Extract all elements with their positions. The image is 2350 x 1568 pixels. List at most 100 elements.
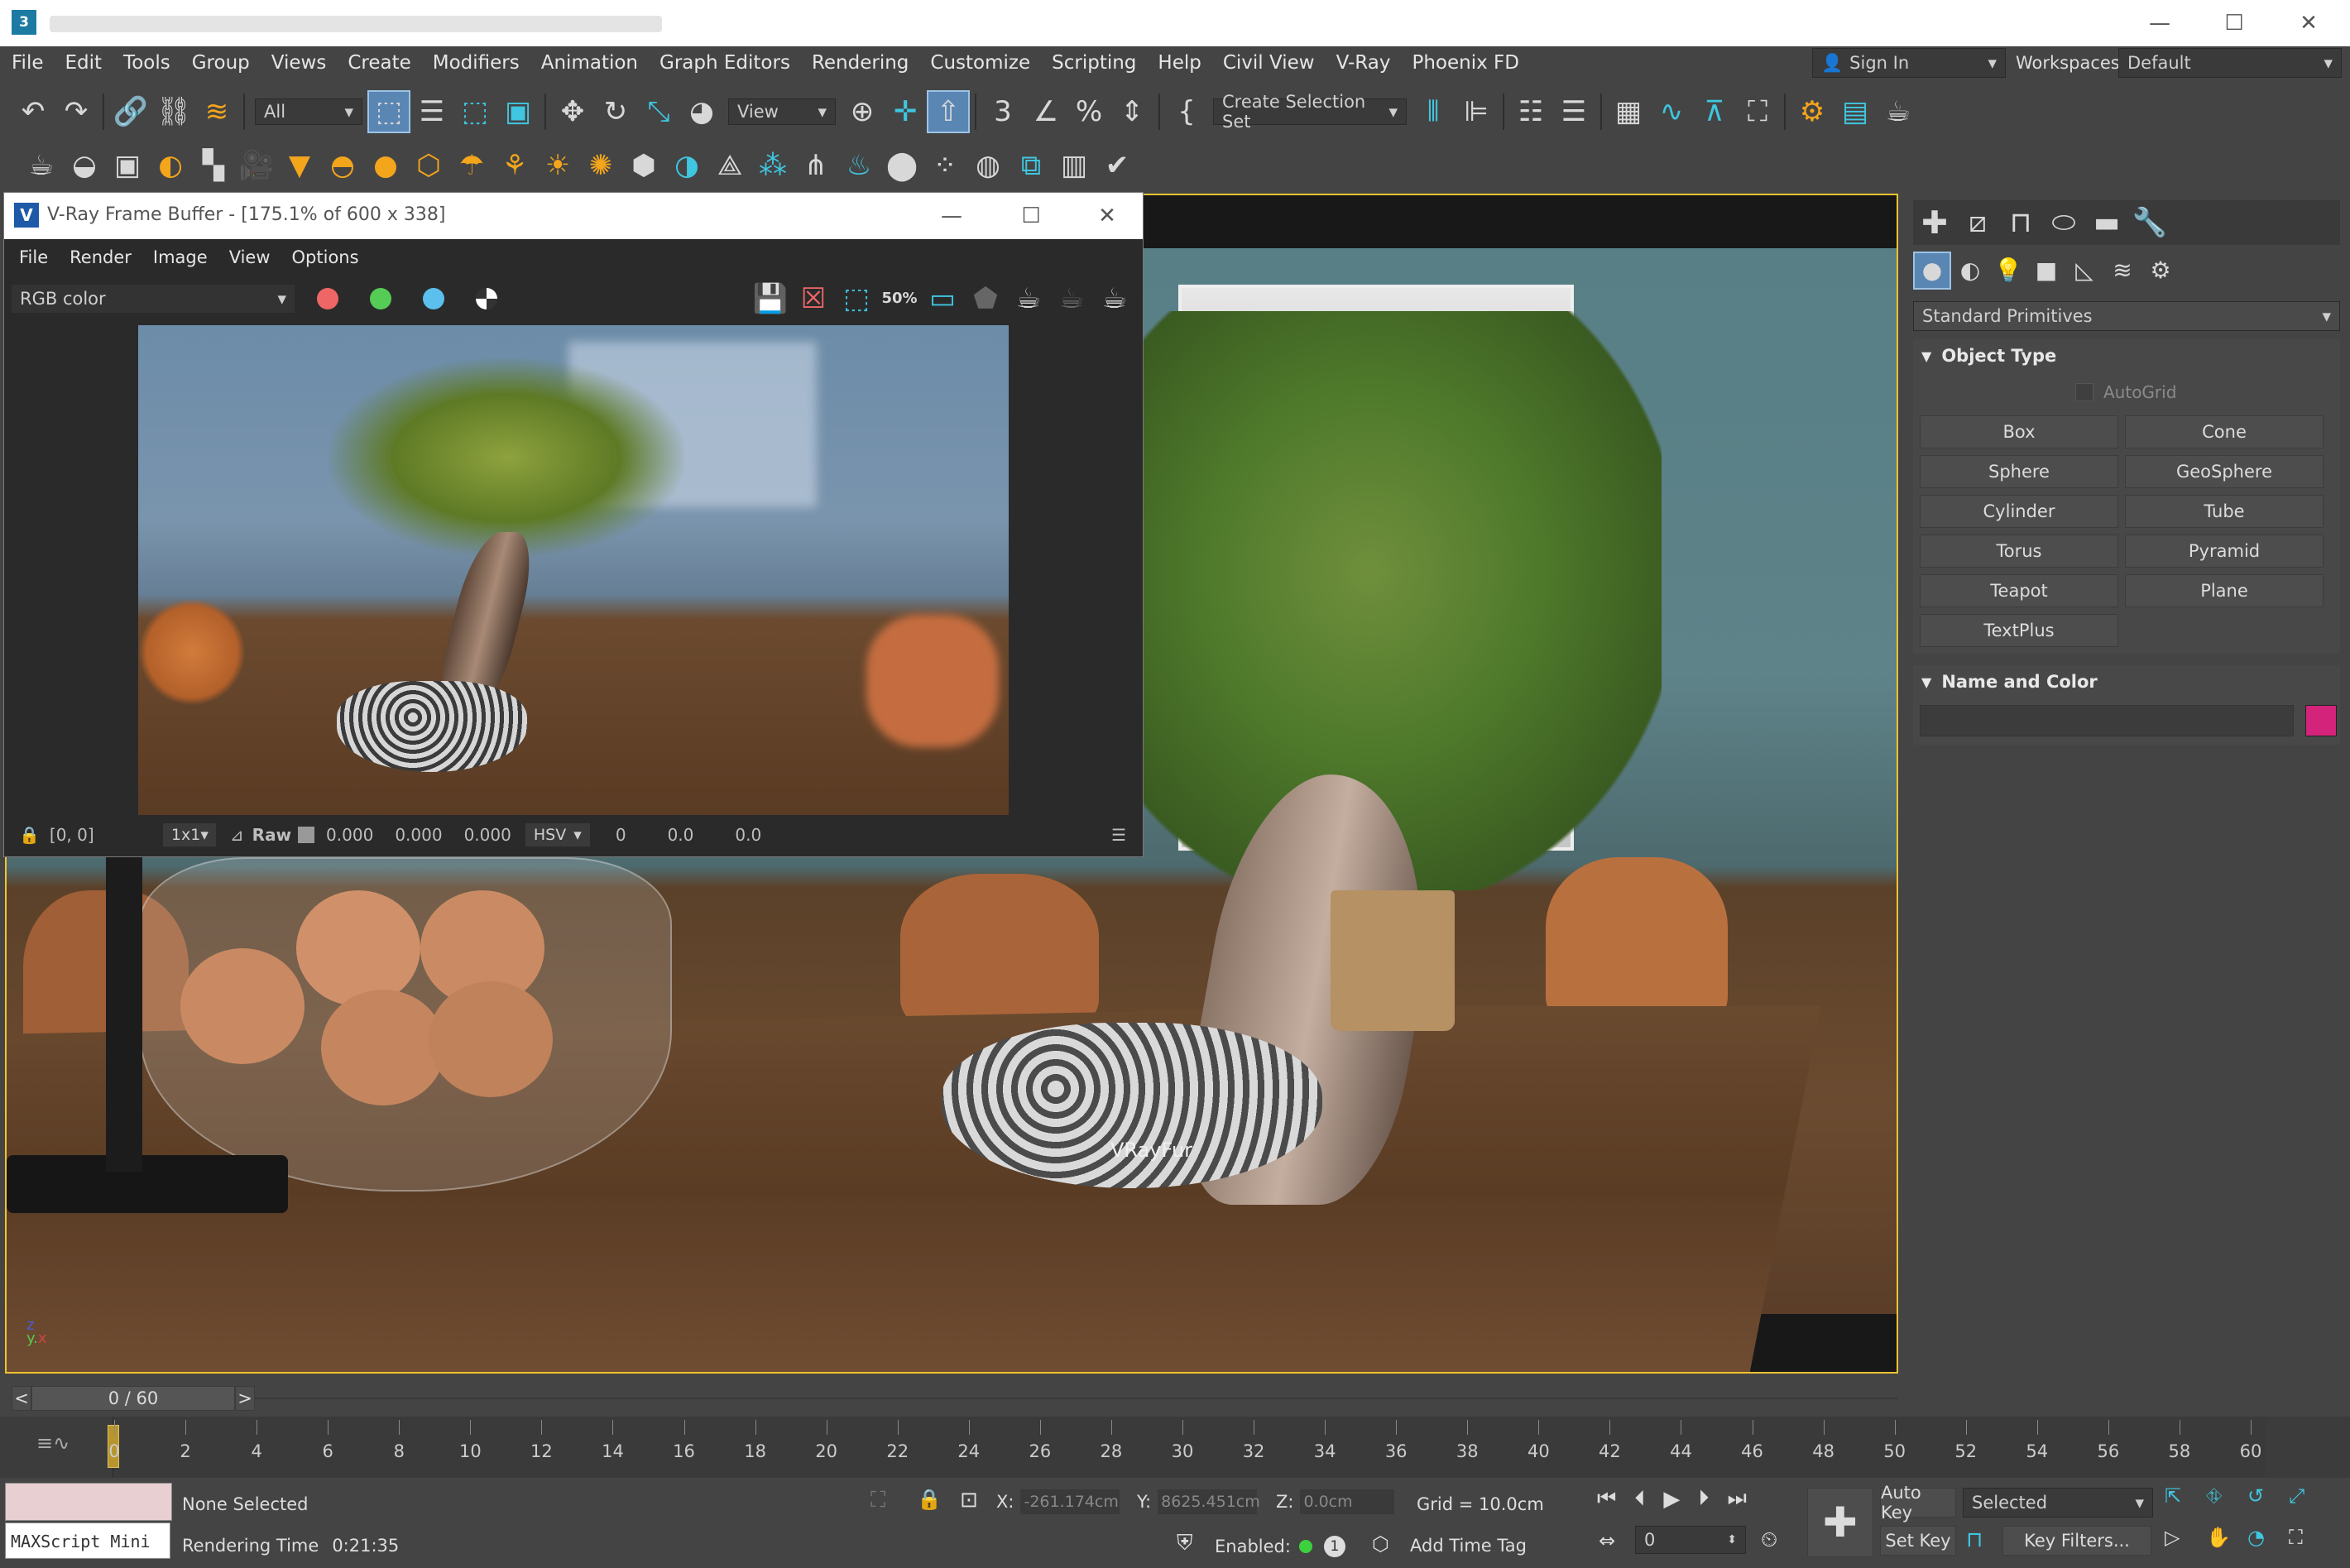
edit-named-selection-icon[interactable]: { xyxy=(1165,90,1208,133)
go-to-end-icon[interactable]: ⏭ xyxy=(1727,1486,1746,1512)
vray-scene-converter-icon[interactable]: ▥ xyxy=(1053,144,1096,187)
vray-particles-icon[interactable]: ⁘ xyxy=(923,144,966,187)
vray-clipper-icon[interactable]: ⟁ xyxy=(708,144,751,187)
primitive-button[interactable]: Pyramid xyxy=(2125,535,2324,568)
enabled-indicator[interactable] xyxy=(1298,1540,1312,1553)
app-icon[interactable]: 3 xyxy=(12,10,36,35)
adaptive-degradation-icon[interactable]: ⛨ xyxy=(1177,1531,1193,1556)
curve-editor-icon[interactable]: ∿ xyxy=(1650,90,1693,133)
set-key-big-button[interactable]: ✚ xyxy=(1807,1488,1873,1557)
walkthrough-icon[interactable]: ◔ xyxy=(2247,1526,2289,1564)
key-mode-dropdown[interactable]: Selected ▾ xyxy=(1963,1488,2153,1518)
play-icon[interactable]: ▶ xyxy=(1663,1487,1680,1512)
menu-item[interactable]: Modifiers xyxy=(433,52,520,74)
vfb-menu-item[interactable]: File xyxy=(19,247,48,267)
render-last-icon[interactable]: ☕ xyxy=(1007,277,1050,320)
vray-fur-icon[interactable]: ⋔ xyxy=(794,144,837,187)
vfb-menu-item[interactable]: Options xyxy=(292,247,359,267)
primitive-category-dropdown[interactable]: Standard Primitives ▾ xyxy=(1913,301,2340,331)
menu-item[interactable]: Rendering xyxy=(812,52,909,74)
menu-item[interactable]: File xyxy=(12,52,44,74)
redo-icon[interactable]: ↷ xyxy=(55,90,98,133)
next-frame-button[interactable]: > xyxy=(235,1386,255,1411)
vray-volume-icon[interactable]: ♨ xyxy=(837,144,880,187)
key-filters-button[interactable]: Key Filters... xyxy=(2002,1526,2151,1556)
vray-sphere-object-icon[interactable]: ⬤ xyxy=(880,144,923,187)
vray-sun-icon[interactable]: ☀ xyxy=(536,144,579,187)
vray-lister-icon[interactable]: ⧉ xyxy=(1010,144,1053,187)
track-bar[interactable]: ≡∿ 0 2 4 6 8 10 12 14 16 18 20 22 24 26 28 30 32 34 36 38 40… xyxy=(0,1417,2350,1478)
menu-item[interactable]: Civil View xyxy=(1223,52,1315,74)
select-manipulate-icon[interactable]: ✛ xyxy=(884,90,927,133)
undo-icon[interactable]: ↶ xyxy=(12,90,55,133)
bind-spacewarp-icon[interactable]: ≋ xyxy=(195,90,238,133)
rendered-frame-window-icon[interactable]: ▤ xyxy=(1834,90,1877,133)
menu-item[interactable]: Scripting xyxy=(1052,52,1136,74)
vray-proxy-icon[interactable]: ⬢ xyxy=(622,144,665,187)
vfb-menu-item[interactable]: Image xyxy=(153,247,208,267)
menu-item[interactable]: Create xyxy=(348,52,410,74)
close-button[interactable]: ✕ xyxy=(2288,5,2329,41)
menu-item[interactable]: Phoenix FD xyxy=(1412,52,1519,74)
primitive-button[interactable]: Torus xyxy=(1920,535,2118,568)
menu-item[interactable]: Views xyxy=(271,52,327,74)
absolute-mode-icon[interactable]: ⊡ xyxy=(960,1488,978,1513)
object-type-header[interactable]: ▼ Object Type xyxy=(1921,346,2056,366)
scale-icon[interactable]: ⤡ xyxy=(637,90,680,133)
snaps-toggle-icon[interactable]: 3 xyxy=(981,90,1024,133)
zoom-all-icon[interactable]: ⛗ xyxy=(2206,1484,2247,1522)
schematic-view-icon[interactable]: ⛶ xyxy=(1736,90,1779,133)
sign-in-dropdown[interactable]: 👤 Sign In ▾ xyxy=(1812,48,2006,78)
vfb-history-icon[interactable]: ☰ xyxy=(1111,825,1126,845)
primitive-button[interactable]: TextPlus xyxy=(1920,614,2118,647)
menu-item[interactable]: Graph Editors xyxy=(659,52,790,74)
vray-frame-buffer-window[interactable]: V V-Ray Frame Buffer - [175.1% of 600 x … xyxy=(3,192,1144,857)
save-image-icon[interactable]: 💾 xyxy=(749,277,792,320)
rendered-image[interactable] xyxy=(138,325,1009,815)
systems-icon[interactable]: ⚙ xyxy=(2141,252,2180,290)
minimize-button[interactable]: — xyxy=(2139,5,2180,41)
helpers-icon[interactable]: ◺ xyxy=(2065,252,2103,290)
vray-dome-light-icon[interactable]: ◓ xyxy=(321,144,364,187)
vray-ies-light-icon[interactable]: ☂ xyxy=(450,144,493,187)
next-key-icon[interactable]: ⏵ xyxy=(1698,1486,1709,1512)
object-color-swatch[interactable] xyxy=(2305,705,2337,736)
vfb-close-button[interactable]: ✕ xyxy=(1086,198,1128,234)
spinner-snap-icon[interactable]: ⇕ xyxy=(1110,90,1153,133)
auto-key-button[interactable]: Auto Key xyxy=(1880,1483,1956,1522)
menu-item[interactable]: Help xyxy=(1158,52,1201,74)
go-to-start-icon[interactable]: ⏮ xyxy=(1597,1486,1616,1512)
y-value-field[interactable]: 8625.451cm xyxy=(1158,1489,1260,1514)
link-icon[interactable]: 🔗 xyxy=(109,90,152,133)
menu-item[interactable]: Tools xyxy=(123,52,170,74)
render-icon[interactable]: ☕ xyxy=(1093,277,1136,320)
x-value-field[interactable]: -261.174cm xyxy=(1020,1489,1120,1514)
time-slider-thumb[interactable]: 0 / 60 xyxy=(31,1386,235,1411)
angle-snap-icon[interactable]: ∠ xyxy=(1024,90,1067,133)
vray-render-icon[interactable]: ☕ xyxy=(20,144,63,187)
vfb-maximize-button[interactable]: ☐ xyxy=(1010,198,1052,234)
track-mouse-icon[interactable]: ▭ xyxy=(921,277,964,320)
dope-sheet-icon[interactable]: ⊼ xyxy=(1693,90,1736,133)
render-setup-icon[interactable]: ⚙ xyxy=(1791,90,1834,133)
key-mode-toggle-icon[interactable]: ⇔ xyxy=(1599,1529,1615,1552)
vray-last-vfb-icon[interactable]: ▣ xyxy=(106,144,149,187)
motion-tab-icon[interactable]: ⬭ xyxy=(2042,201,2085,244)
menu-item[interactable]: Group xyxy=(192,52,250,74)
prev-frame-button[interactable]: < xyxy=(12,1386,31,1411)
vfb-menu-item[interactable]: Render xyxy=(70,247,132,267)
percent-snap-icon[interactable]: % xyxy=(1067,90,1110,133)
primitive-button[interactable]: Box xyxy=(1920,415,2118,448)
min-max-toggle-icon[interactable]: ⛶ xyxy=(2289,1526,2330,1564)
place-icon[interactable]: ◕ xyxy=(680,90,723,133)
maximize-viewport-icon[interactable]: ⤢ xyxy=(2289,1484,2330,1522)
primitive-button[interactable]: GeoSphere xyxy=(2125,455,2324,488)
workspace-dropdown[interactable]: Default ▾ xyxy=(2118,48,2342,78)
set-key-button[interactable]: Set Key xyxy=(1880,1526,1956,1556)
mirror-icon[interactable]: ⫴ xyxy=(1412,90,1455,133)
vray-ambient-light-icon[interactable]: ⚘ xyxy=(493,144,536,187)
align-icon[interactable]: ⊫ xyxy=(1455,90,1498,133)
primitive-button[interactable]: Cone xyxy=(2125,415,2324,448)
current-frame-spinner[interactable]: 0 ⬍ xyxy=(1635,1526,1746,1554)
vray-material-icon[interactable]: ◍ xyxy=(966,144,1010,187)
